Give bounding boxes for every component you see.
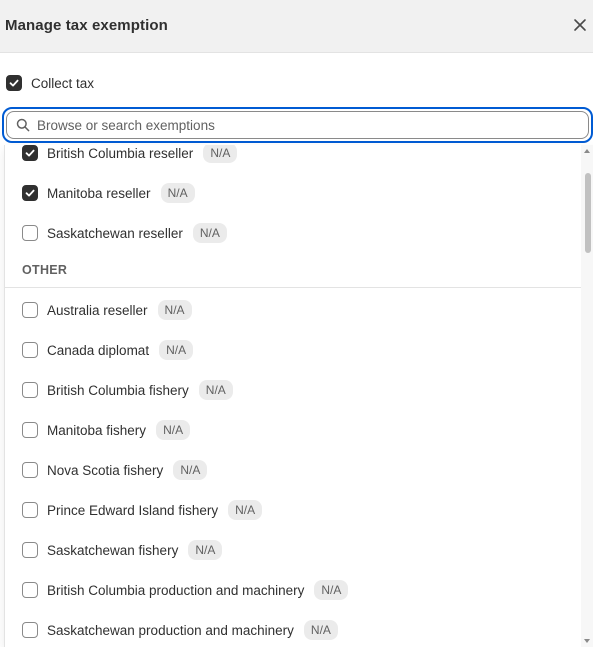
exemption-option[interactable]: British Columbia fishery N/A	[22, 380, 233, 400]
exemption-label: British Columbia reseller	[47, 145, 194, 161]
exemption-checkbox[interactable]	[22, 462, 38, 478]
exemption-checkbox[interactable]	[22, 382, 38, 398]
modal-header: Manage tax exemption	[0, 0, 593, 53]
status-badge: N/A	[303, 620, 338, 640]
exemption-label: Saskatchewan reseller	[47, 225, 183, 241]
search-input[interactable]	[37, 117, 557, 133]
exemption-option[interactable]: British Columbia production and machiner…	[22, 580, 349, 600]
status-badge: N/A	[192, 223, 227, 243]
exemption-label: Saskatchewan fishery	[47, 542, 179, 558]
exemption-option[interactable]: Manitoba reseller N/A	[22, 183, 195, 203]
exemption-label: Nova Scotia fishery	[47, 462, 164, 478]
exemption-label: British Columbia production and machiner…	[47, 582, 305, 598]
exemption-checkbox[interactable]	[22, 342, 38, 358]
exemption-checkbox[interactable]	[22, 502, 38, 518]
section-divider	[5, 287, 583, 288]
exemption-label: Australia reseller	[47, 302, 148, 318]
modal-title: Manage tax exemption	[5, 17, 168, 34]
exemption-option[interactable]: Saskatchewan reseller N/A	[22, 223, 227, 243]
status-badge: N/A	[314, 580, 349, 600]
exemption-label: Manitoba reseller	[47, 185, 151, 201]
exemption-option[interactable]: Prince Edward Island fishery N/A	[22, 500, 263, 520]
dropdown-scrollbar[interactable]	[581, 145, 593, 647]
close-icon	[574, 19, 586, 31]
exemption-label: Saskatchewan production and machinery	[47, 622, 294, 638]
exemption-checkbox[interactable]	[22, 225, 38, 241]
collect-tax-row[interactable]: Collect tax	[6, 74, 94, 92]
checkmark-icon	[25, 189, 35, 197]
exemption-option[interactable]: Manitoba fishery N/A	[22, 420, 191, 440]
search-field-focus-ring	[2, 107, 593, 143]
status-badge: N/A	[198, 380, 233, 400]
exemption-label: Prince Edward Island fishery	[47, 502, 219, 518]
status-badge: N/A	[188, 540, 223, 560]
exemption-checkbox[interactable]	[22, 582, 38, 598]
exemption-option[interactable]: Saskatchewan fishery N/A	[22, 540, 223, 560]
scroll-down-arrow-icon[interactable]	[584, 639, 590, 644]
checkmark-icon	[25, 149, 35, 157]
status-badge: N/A	[157, 300, 192, 320]
search-icon	[16, 118, 30, 132]
exemption-checkbox[interactable]	[22, 302, 38, 318]
exemption-option[interactable]: Australia reseller N/A	[22, 300, 192, 320]
exemption-label: British Columbia fishery	[47, 382, 189, 398]
search-field[interactable]	[6, 111, 589, 139]
scroll-up-arrow-icon[interactable]	[584, 148, 590, 153]
exemption-checkbox[interactable]	[22, 185, 38, 201]
section-title-other: OTHER	[22, 263, 68, 277]
exemption-option[interactable]: Canada diplomat N/A	[22, 340, 194, 360]
close-button[interactable]	[569, 14, 591, 36]
exemptions-dropdown: OTHER British Columbia reseller N/A Manito…	[4, 145, 593, 647]
status-badge: N/A	[228, 500, 263, 520]
exemption-label: Canada diplomat	[47, 342, 150, 358]
tax-exemption-modal: Manage tax exemption Collect tax OTHER	[0, 0, 593, 647]
exemption-checkbox[interactable]	[22, 542, 38, 558]
status-badge: N/A	[156, 420, 191, 440]
exemption-option[interactable]: Nova Scotia fishery N/A	[22, 460, 208, 480]
exemption-checkbox[interactable]	[22, 622, 38, 638]
checkmark-icon	[9, 79, 19, 87]
collect-tax-checkbox[interactable]	[6, 75, 22, 91]
exemption-option[interactable]: Saskatchewan production and machinery N/A	[22, 620, 338, 640]
collect-tax-label: Collect tax	[31, 75, 95, 91]
status-badge: N/A	[173, 460, 208, 480]
exemption-label: Manitoba fishery	[47, 422, 147, 438]
exemption-checkbox[interactable]	[22, 422, 38, 438]
scrollbar-thumb[interactable]	[585, 173, 591, 253]
exemption-checkbox[interactable]	[22, 145, 38, 161]
status-badge: N/A	[159, 340, 194, 360]
status-badge: N/A	[160, 183, 195, 203]
exemption-option[interactable]: British Columbia reseller N/A	[22, 145, 238, 163]
status-badge: N/A	[203, 145, 238, 163]
